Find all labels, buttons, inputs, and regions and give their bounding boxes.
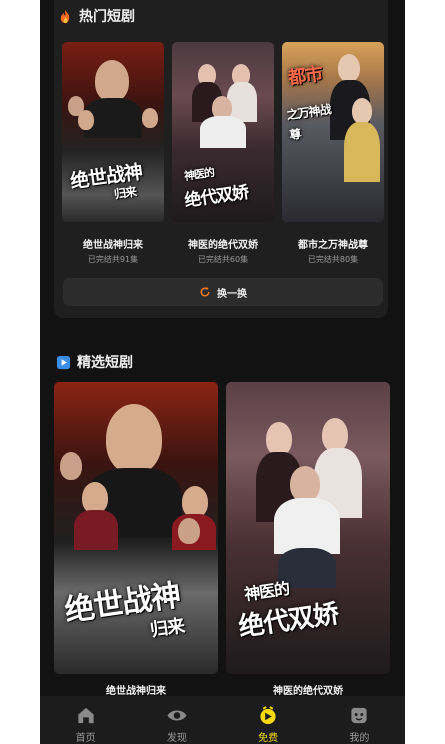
- play-icon: [56, 355, 71, 369]
- tab-free[interactable]: 免费: [223, 696, 314, 744]
- poster-subtitle: 之万神战尊: [285, 102, 332, 143]
- hot-drama-poster-1[interactable]: 绝世战神 归来: [62, 42, 164, 222]
- hot-dramas-header: 热门短剧: [58, 6, 135, 26]
- home-icon: [78, 707, 94, 724]
- refresh-button[interactable]: 换一换: [63, 278, 383, 306]
- pick-drama-poster-1[interactable]: 绝世战神 归来: [54, 382, 218, 674]
- hot-drama-episodes-2: 已完结共60集: [197, 255, 249, 264]
- hot-drama-episodes-1: 已完结共91集: [87, 255, 139, 264]
- pick-drama-poster-2[interactable]: 神医的 绝代双娇: [226, 382, 390, 674]
- hot-drama-poster-2[interactable]: 神医的 绝代双娇: [172, 42, 274, 222]
- tab-discover[interactable]: 发现: [131, 696, 222, 744]
- bottom-tab-bar: 首页 发现 免费 我的: [40, 696, 405, 744]
- app-screen: 热门短剧 绝世战神 归来 神医的 绝代双娇 都市 之万神战尊 绝世战神归来 已完…: [40, 0, 405, 744]
- tab-profile-label: 我的: [349, 733, 370, 744]
- picks-header: 精选短剧: [56, 352, 133, 372]
- pick-drama-name-1[interactable]: 绝世战神归来: [54, 682, 218, 697]
- fire-icon: [60, 9, 70, 23]
- tab-free-label: 免费: [258, 733, 279, 744]
- hot-section-title: 热门短剧: [79, 9, 135, 25]
- tab-home-label: 首页: [75, 733, 96, 744]
- hot-drama-name-1[interactable]: 绝世战神归来: [62, 236, 164, 251]
- hot-drama-name-3[interactable]: 都市之万神战尊: [282, 236, 384, 251]
- hot-drama-name-2[interactable]: 神医的绝代双娇: [172, 236, 274, 251]
- tab-profile[interactable]: 我的: [314, 696, 405, 744]
- hot-drama-episodes-3: 已完结共80集: [307, 255, 359, 264]
- poster-subtitle: 归来: [148, 615, 186, 642]
- poster-title: 都市: [286, 63, 324, 90]
- poster-subtitle: 归来: [113, 184, 137, 202]
- hot-drama-poster-3[interactable]: 都市 之万神战尊: [282, 42, 384, 222]
- free-icon: [260, 706, 276, 725]
- refresh-label: 换一换: [217, 288, 247, 300]
- refresh-icon: [200, 286, 210, 297]
- eye-icon: [167, 710, 187, 721]
- tab-discover-label: 发现: [166, 733, 187, 744]
- profile-icon: [351, 707, 367, 724]
- picks-section-title: 精选短剧: [77, 355, 133, 371]
- pick-drama-name-2[interactable]: 神医的绝代双娇: [226, 682, 390, 697]
- tab-home[interactable]: 首页: [40, 696, 131, 744]
